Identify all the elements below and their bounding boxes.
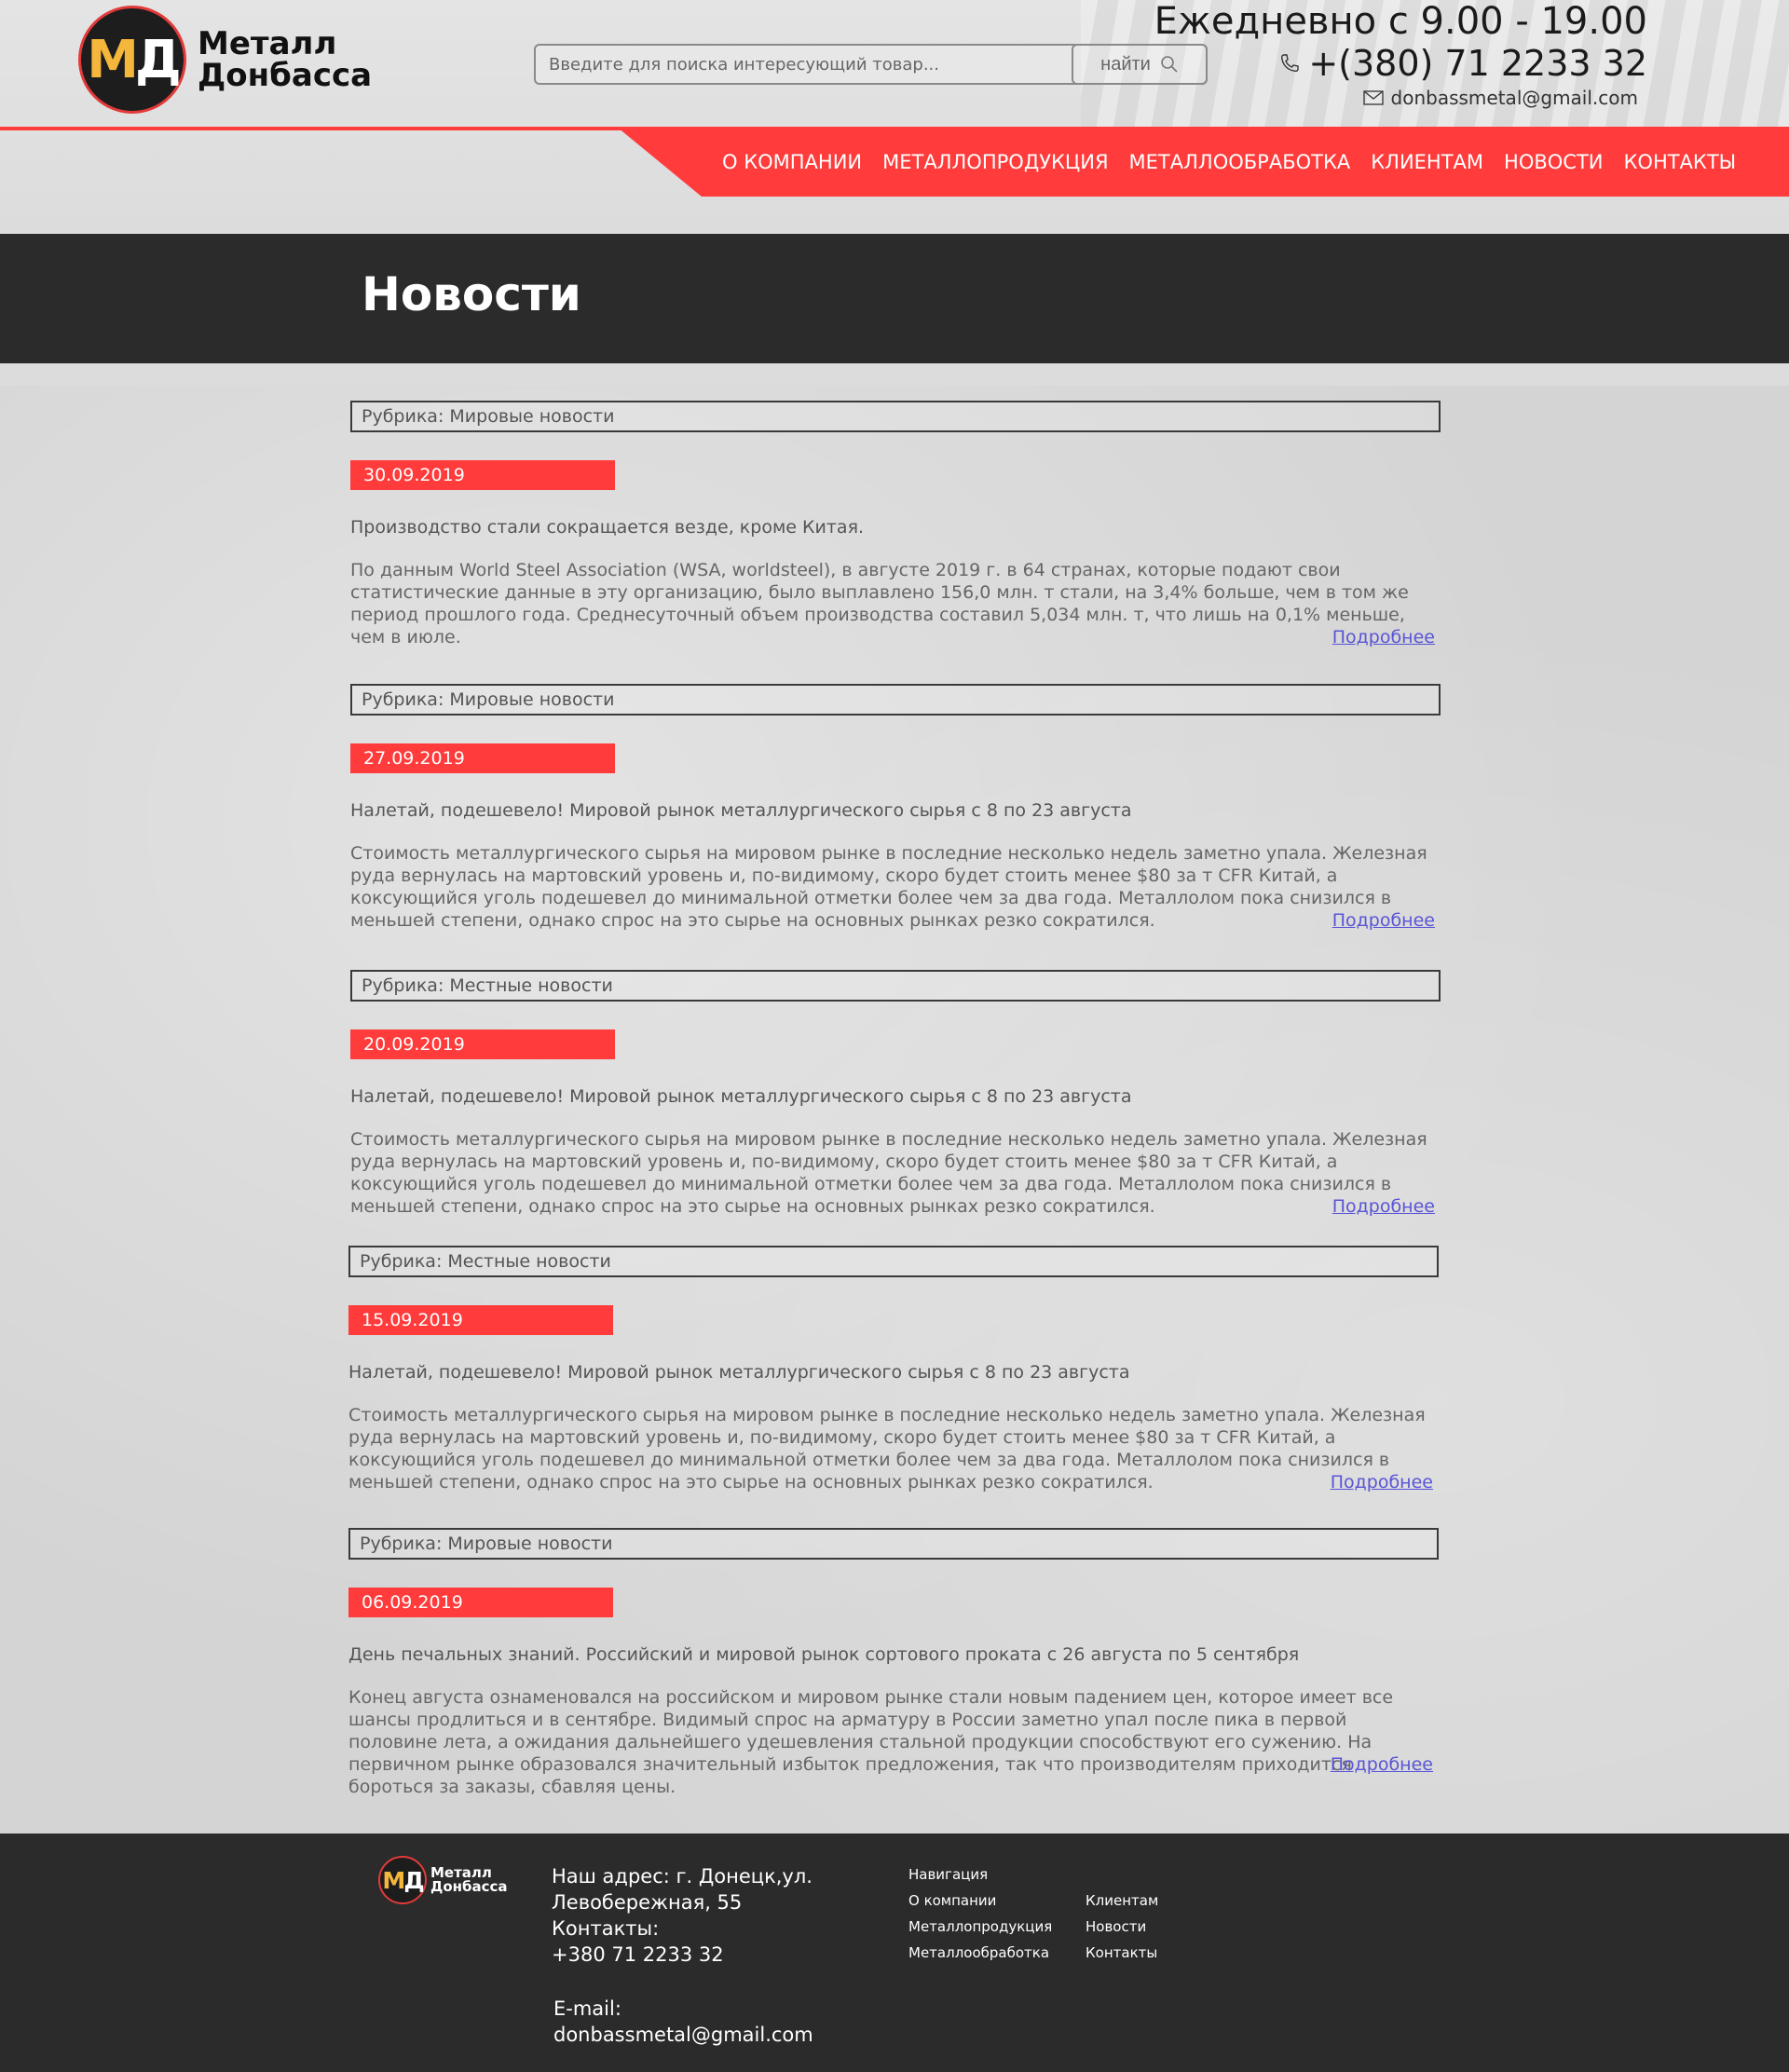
news-date: 20.09.2019 — [350, 1029, 615, 1059]
footer-nav-company[interactable]: О компании — [908, 1888, 1052, 1914]
news-item: Рубрика: Местные новости 20.09.2019 Нале… — [350, 970, 1441, 1218]
footer-email[interactable]: donbassmetal@gmail.com — [553, 2022, 813, 2048]
news-date: 15.09.2019 — [348, 1305, 613, 1335]
nav-item-contacts[interactable]: КОНТАКТЫ — [1624, 151, 1737, 173]
page-title-band: Новости — [0, 234, 1789, 363]
news-rubric[interactable]: Рубрика: Мировые новости — [350, 401, 1441, 432]
read-more-link[interactable]: Подробнее — [1331, 1753, 1433, 1776]
footer-nav-col1: Навигация О компании Металлопродукция Ме… — [908, 1861, 1052, 1966]
logo-mark: МД — [78, 6, 186, 114]
news-title[interactable]: День печальных знаний. Российский и миро… — [348, 1643, 1439, 1666]
footer-logo-mark-d: Д — [403, 1866, 424, 1894]
header-contacts: Ежедневно с 9.00 - 19.00 +(380) 71 2233 … — [1154, 0, 1647, 112]
news-title[interactable]: Налетай, подешевело! Мировой рынок метал… — [350, 1085, 1441, 1108]
footer-logo-mark: МД — [378, 1856, 427, 1904]
news-excerpt-text: Стоимость металлургического сырья на мир… — [350, 1129, 1427, 1217]
news-excerpt: Конец августа ознаменовался на российско… — [348, 1686, 1439, 1798]
news-title[interactable]: Налетай, подешевело! Мировой рынок метал… — [348, 1361, 1439, 1384]
footer-nav-clients[interactable]: Клиентам — [1086, 1888, 1158, 1914]
footer-address-line2: Левобережная, 55 — [552, 1891, 743, 1914]
footer-address: Наш адрес: г. Донецк,ул. Левобережная, 5… — [552, 1863, 813, 1968]
footer-logo-line2: Донбасса — [430, 1878, 508, 1895]
news-item: Рубрика: Мировые новости 30.09.2019 Прои… — [350, 401, 1441, 648]
news-excerpt: Стоимость металлургического сырья на мир… — [350, 1128, 1441, 1218]
news-excerpt: Стоимость металлургического сырья на мир… — [348, 1404, 1439, 1493]
search-input[interactable] — [536, 46, 1072, 83]
footer-logo[interactable]: МД Металл Донбасса — [378, 1856, 508, 1904]
footer-logo-text: Металл Донбасса — [430, 1866, 508, 1894]
news-excerpt-text: Конец августа ознаменовался на российско… — [348, 1687, 1394, 1797]
header-email[interactable]: donbassmetal@gmail.com — [1154, 84, 1638, 112]
footer-address-line1: Наш адрес: г. Донецк,ул. — [552, 1865, 813, 1888]
read-more-link[interactable]: Подробнее — [1332, 626, 1435, 648]
footer-email-block: E-mail: donbassmetal@gmail.com — [553, 1996, 813, 2048]
read-more-link[interactable]: Подробнее — [1332, 909, 1435, 932]
footer-contacts-label: Контакты: — [552, 1917, 660, 1940]
footer-logo-mark-m: М — [382, 1866, 405, 1894]
news-rubric[interactable]: Рубрика: Мировые новости — [350, 684, 1441, 716]
news-date: 30.09.2019 — [350, 460, 615, 490]
header-phone[interactable]: +(380) 71 2233 32 — [1154, 43, 1647, 84]
news-item: Рубрика: Мировые новости 06.09.2019 День… — [348, 1528, 1439, 1798]
news-excerpt: Стоимость металлургического сырья на мир… — [350, 842, 1441, 932]
site-logo[interactable]: МД Металл Донбасса — [78, 6, 372, 114]
footer-nav-contacts[interactable]: Контакты — [1086, 1940, 1158, 1966]
footer-nav-news[interactable]: Новости — [1086, 1914, 1158, 1940]
news-item: Рубрика: Мировые новости 27.09.2019 Нале… — [350, 684, 1441, 932]
news-list: Рубрика: Мировые новости 30.09.2019 Прои… — [0, 386, 1789, 1833]
news-rubric[interactable]: Рубрика: Местные новости — [350, 970, 1441, 1002]
nav-item-metal-products[interactable]: МЕТАЛЛОПРОДУКЦИЯ — [882, 151, 1108, 173]
footer-nav-metal-processing[interactable]: Металлообработка — [908, 1940, 1052, 1966]
news-excerpt-text: Стоимость металлургического сырья на мир… — [348, 1405, 1426, 1493]
page-title: Новости — [362, 267, 581, 321]
news-rubric[interactable]: Рубрика: Местные новости — [348, 1246, 1439, 1277]
header-email-address: donbassmetal@gmail.com — [1390, 87, 1638, 109]
logo-line1: Металл — [198, 25, 337, 62]
phone-icon — [1281, 54, 1300, 73]
site-header: МД Металл Донбасса найти Ежедневно с 9.0… — [0, 0, 1789, 233]
logo-mark-d: Д — [134, 29, 182, 90]
footer-phone[interactable]: +380 71 2233 32 — [552, 1942, 813, 1968]
logo-text: Металл Донбасса — [198, 28, 372, 91]
header-phone-number: +(380) 71 2233 32 — [1308, 43, 1647, 84]
news-excerpt-text: По данным World Steel Association (WSA, … — [350, 560, 1409, 648]
footer-nav-col2: Клиентам Новости Контакты — [1086, 1888, 1158, 1966]
search-bar: найти — [534, 44, 1208, 85]
nav-item-clients[interactable]: КЛИЕНТАМ — [1371, 151, 1483, 173]
search-button-label: найти — [1100, 53, 1151, 75]
news-date: 06.09.2019 — [348, 1588, 613, 1617]
logo-line2: Донбасса — [198, 57, 373, 94]
news-item: Рубрика: Местные новости 15.09.2019 Нале… — [348, 1246, 1439, 1493]
news-rubric[interactable]: Рубрика: Мировые новости — [348, 1528, 1439, 1560]
news-title[interactable]: Производство стали сокращается везде, кр… — [350, 516, 1441, 538]
logo-mark-m: М — [87, 29, 139, 90]
footer-nav-heading: Навигация — [908, 1866, 989, 1883]
footer-email-label: E-mail: — [553, 1997, 621, 2020]
site-footer: МД Металл Донбасса Наш адрес: г. Донецк,… — [0, 1833, 1789, 2072]
news-date: 27.09.2019 — [350, 743, 615, 773]
working-hours: Ежедневно с 9.00 - 19.00 — [1154, 0, 1647, 43]
news-excerpt: По данным World Steel Association (WSA, … — [350, 559, 1441, 648]
news-title[interactable]: Налетай, подешевело! Мировой рынок метал… — [350, 799, 1441, 822]
mail-icon — [1362, 90, 1384, 105]
news-excerpt-text: Стоимость металлургического сырья на мир… — [350, 843, 1427, 931]
read-more-link[interactable]: Подробнее — [1331, 1471, 1433, 1493]
nav-item-news[interactable]: НОВОСТИ — [1504, 151, 1603, 173]
footer-nav-metal-products[interactable]: Металлопродукция — [908, 1914, 1052, 1940]
main-nav: О КОМПАНИИ МЕТАЛЛОПРОДУКЦИЯ МЕТАЛЛООБРАБ… — [618, 128, 1789, 197]
read-more-link[interactable]: Подробнее — [1332, 1195, 1435, 1218]
nav-item-metal-processing[interactable]: МЕТАЛЛООБРАБОТКА — [1129, 151, 1351, 173]
nav-item-company[interactable]: О КОМПАНИИ — [722, 151, 862, 173]
